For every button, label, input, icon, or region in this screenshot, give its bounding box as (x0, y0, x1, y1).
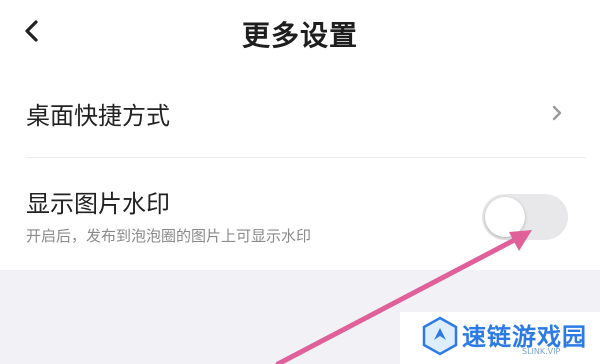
header-bar: 更多设置 (0, 0, 600, 70)
settings-row-label: 桌面快捷方式 (26, 102, 170, 130)
watermark-toggle[interactable] (482, 194, 568, 240)
page-title: 更多设置 (241, 19, 358, 52)
site-watermark-sub: SLINK.VIP (522, 347, 561, 356)
settings-row-description: 开启后，发布到泡泡圈的图片上可显示水印 (26, 227, 312, 245)
chevron-right-icon (552, 105, 562, 121)
settings-row-watermark: 显示图片水印 开启后，发布到泡泡圈的图片上可显示水印 (0, 158, 600, 268)
site-watermark: 速链游戏园 SLINK.VIP (400, 312, 600, 364)
settings-row-shortcut[interactable]: 桌面快捷方式 (0, 74, 600, 156)
settings-row-label: 显示图片水印 (26, 190, 170, 218)
site-logo-icon (422, 316, 458, 356)
toggle-knob (485, 197, 525, 237)
